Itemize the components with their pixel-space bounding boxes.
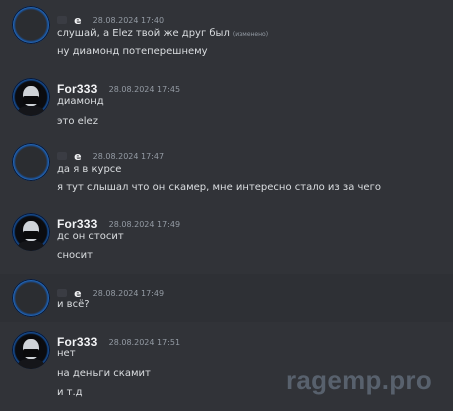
message-timestamp: 28.08.2024 17:51 (108, 338, 181, 347)
message-text: ну диамонд потеперешнему (57, 46, 208, 57)
message-group: For333 28.08.2024 17:45 диамонд это elez (0, 68, 453, 136)
message-group: e 28.08.2024 17:40 слушай, а Elez твой ж… (0, 0, 453, 68)
author-name-redacted (57, 288, 67, 297)
avatar[interactable] (12, 279, 50, 317)
message-timestamp: 28.08.2024 17:47 (92, 152, 165, 161)
avatar[interactable] (12, 6, 50, 44)
message-text: я тут слышал что он скамер, мне интересн… (57, 182, 381, 193)
avatar[interactable] (12, 331, 50, 369)
message-group: For333 28.08.2024 17:49 дс он стосит сно… (0, 204, 453, 274)
message-text: да я в курсе (57, 164, 122, 175)
message-timestamp: 28.08.2024 17:49 (92, 289, 165, 298)
message-text: и всё? (57, 299, 90, 310)
author-name-redacted (57, 15, 67, 24)
message-text: диамонд (57, 96, 104, 107)
message-text: нет (57, 348, 76, 359)
avatar[interactable] (12, 143, 50, 181)
watermark-text: ragemp.pro (286, 365, 433, 395)
edited-label: (изменено) (232, 31, 269, 38)
message-timestamp: 28.08.2024 17:40 (92, 16, 165, 25)
message-text: и т.д (57, 387, 83, 398)
author-name[interactable]: For333 (57, 82, 98, 96)
author-name[interactable]: e (74, 14, 81, 27)
avatar[interactable] (12, 78, 50, 116)
message-group: e 28.08.2024 17:47 да я в курсе я тут сл… (0, 136, 453, 204)
message-text: сносит (57, 250, 93, 261)
author-name[interactable]: For333 (57, 217, 98, 231)
author-name-redacted (57, 151, 67, 160)
message-text: на деньги скамит (57, 368, 151, 379)
message-text: слушай, а Elez твой же друг был (изменено… (57, 28, 269, 39)
author-name[interactable]: e (74, 150, 81, 163)
message-timestamp: 28.08.2024 17:49 (108, 220, 181, 229)
avatar[interactable] (12, 213, 50, 251)
message-group: e 28.08.2024 17:49 и всё? (0, 274, 453, 322)
message-feed: e 28.08.2024 17:40 слушай, а Elez твой ж… (0, 0, 453, 411)
message-text: дс он стосит (57, 231, 124, 242)
message-timestamp: 28.08.2024 17:45 (108, 85, 181, 94)
message-text: это elez (57, 116, 98, 127)
